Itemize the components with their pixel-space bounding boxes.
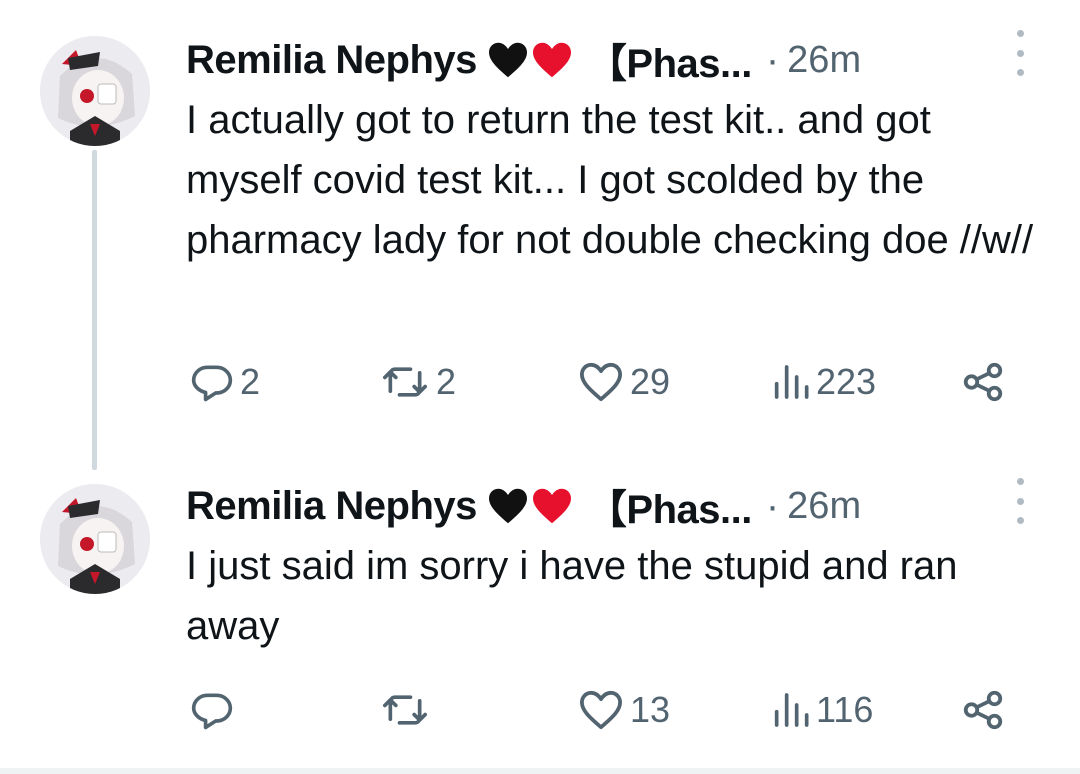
views-button[interactable]: 223 <box>770 352 876 412</box>
share-icon <box>963 362 1003 402</box>
retweet-icon <box>383 695 427 725</box>
red-heart-icon <box>532 42 571 78</box>
retweet-count: 2 <box>436 361 457 402</box>
tweet-text: I just said im sorry i have the stupid a… <box>186 544 958 648</box>
tweet-header: Remilia Nephys 【Phas... · 26m <box>186 32 1026 88</box>
bar-chart-icon <box>774 693 809 727</box>
retweet-button[interactable] <box>380 680 436 740</box>
thread-connector <box>92 150 97 470</box>
avatar[interactable] <box>40 36 150 146</box>
reply-button[interactable] <box>190 680 240 740</box>
tweet-text: I actually got to return the test kit.. … <box>186 98 1034 262</box>
share-button[interactable] <box>960 680 1006 740</box>
name-emojis <box>487 41 573 79</box>
view-count: 116 <box>816 689 874 730</box>
share-button[interactable] <box>960 352 1006 412</box>
timestamp[interactable]: 26m <box>787 485 861 528</box>
vertical-dots-icon[interactable] <box>1008 478 1032 524</box>
vertical-dots-icon[interactable] <box>1008 30 1032 76</box>
action-bar: 13 116 <box>0 680 1080 740</box>
bar-chart-icon <box>774 365 809 399</box>
action-bar: 2 2 29 223 <box>0 352 1080 412</box>
red-heart-icon <box>532 488 571 524</box>
name-emojis <box>487 487 573 525</box>
reply-bubble-icon <box>191 693 233 730</box>
like-count: 13 <box>630 689 671 730</box>
retweet-button[interactable]: 2 <box>380 352 456 412</box>
reply-bubble-icon <box>191 365 233 402</box>
reply-count: 2 <box>240 361 261 402</box>
share-icon <box>963 690 1003 730</box>
tweet[interactable]: Remilia Nephys 【Phas... · 26m I actually… <box>0 0 1080 470</box>
avatar[interactable] <box>40 484 150 594</box>
avatar-image <box>40 484 150 594</box>
author-handle[interactable]: 【Phas... <box>587 31 752 89</box>
like-button[interactable]: 13 <box>578 680 670 740</box>
author-handle[interactable]: 【Phas... <box>587 477 752 535</box>
tweet[interactable]: Remilia Nephys 【Phas... · 26m I just sai… <box>0 450 1080 768</box>
retweet-icon <box>383 367 427 397</box>
view-count: 223 <box>816 361 877 402</box>
like-count: 29 <box>630 361 671 402</box>
reply-button[interactable]: 2 <box>190 352 260 412</box>
author-name[interactable]: Remilia Nephys <box>186 38 477 83</box>
timestamp[interactable]: 26m <box>787 39 861 82</box>
divider <box>0 768 1080 774</box>
like-button[interactable]: 29 <box>578 352 670 412</box>
tweet-header: Remilia Nephys 【Phas... · 26m <box>186 478 1026 534</box>
heart-outline-icon <box>580 690 622 730</box>
separator: · <box>765 37 780 82</box>
separator: · <box>765 483 780 528</box>
author-name[interactable]: Remilia Nephys <box>186 484 477 529</box>
heart-outline-icon <box>580 362 622 402</box>
black-heart-icon <box>488 42 527 78</box>
black-heart-icon <box>488 488 527 524</box>
avatar-image <box>40 36 150 146</box>
views-button[interactable]: 116 <box>770 680 873 740</box>
